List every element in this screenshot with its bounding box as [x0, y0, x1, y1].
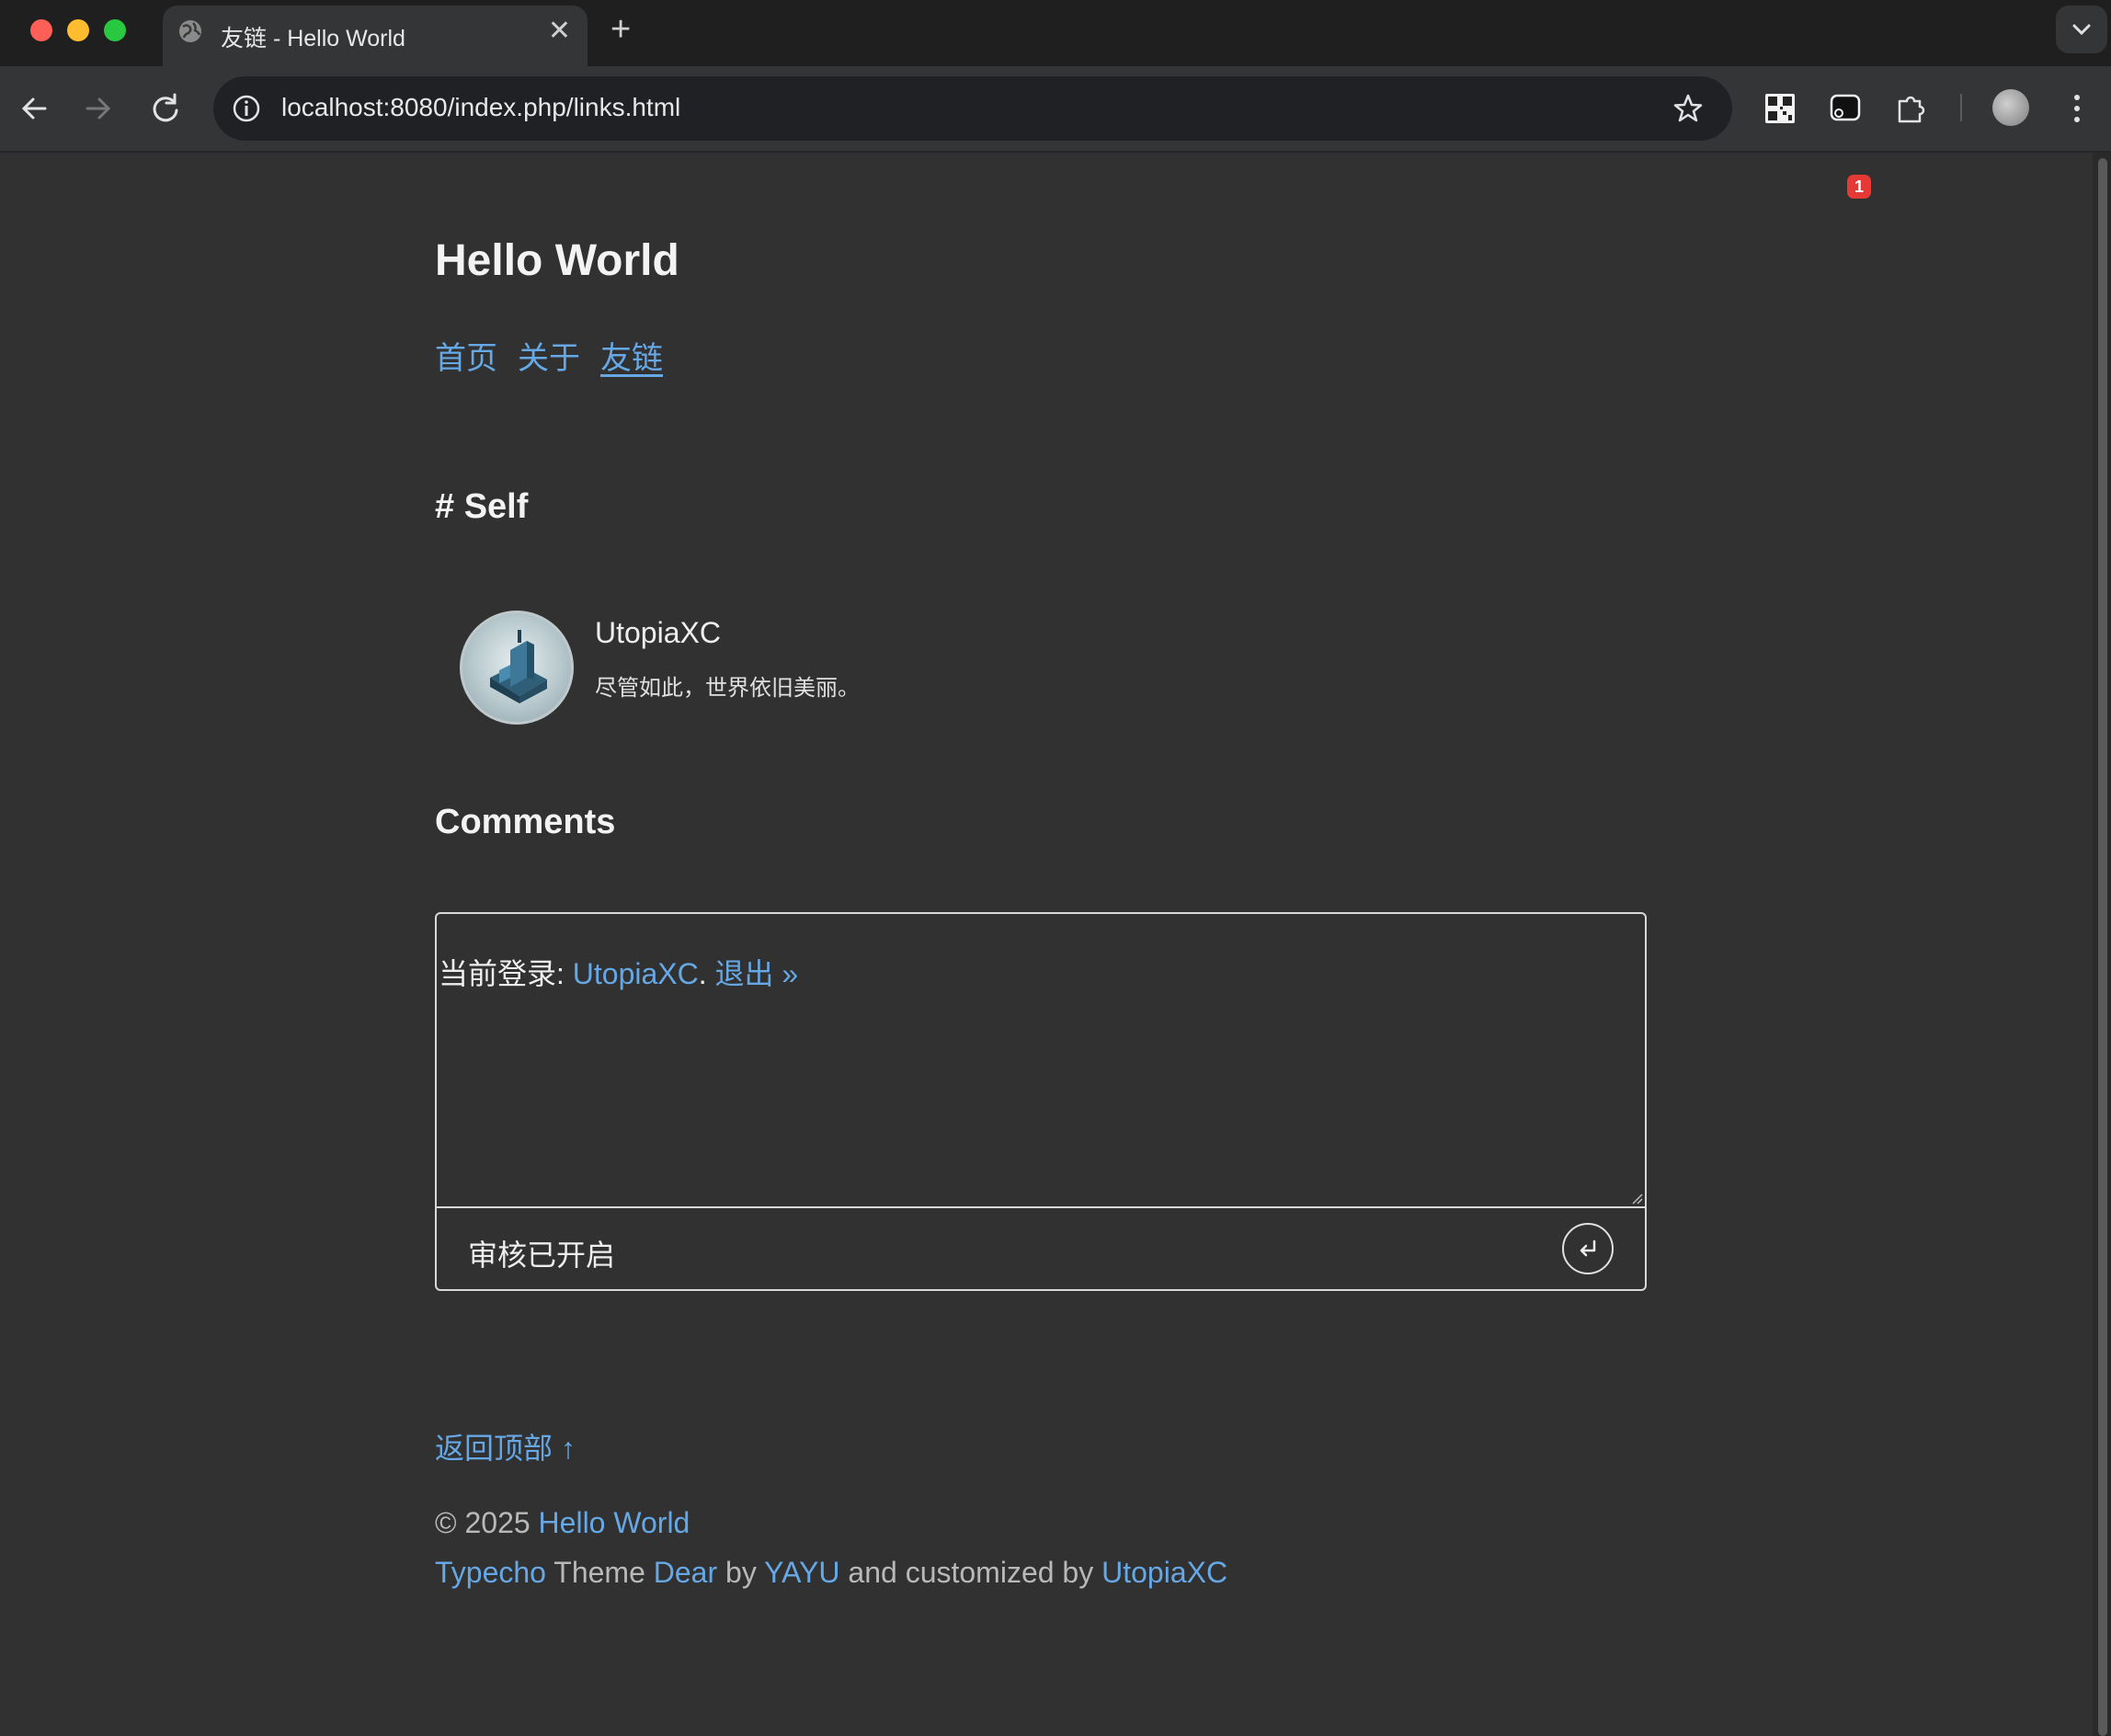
comment-form: 当前登录: UtopiaXC. 退出 » 审核已开启	[435, 912, 1647, 1291]
browser-toolbar: localhost:8080/index.php/links.html 1	[0, 66, 2111, 199]
puzzle-extension-icon[interactable]	[1892, 88, 1933, 129]
author-yayu-link[interactable]: YAYU	[764, 1556, 839, 1589]
avatar-icon[interactable]	[1992, 89, 2029, 126]
customizer-link[interactable]: UtopiaXC	[1101, 1556, 1227, 1589]
footer-site-link[interactable]: Hello World	[539, 1506, 690, 1539]
reload-icon[interactable]	[143, 86, 188, 131]
info-icon[interactable]	[230, 92, 263, 125]
friend-avatar[interactable]	[460, 611, 574, 725]
nav-item-home[interactable]: 首页	[435, 341, 497, 376]
friend-description: 尽管如此，世界依旧美丽。	[595, 676, 860, 701]
submit-comment-button[interactable]	[1562, 1223, 1614, 1274]
active-tab[interactable]: 友链 - Hello World ✕	[163, 6, 588, 66]
site-title[interactable]: Hello World	[435, 235, 679, 286]
monument-avatar-image	[490, 630, 547, 703]
plus-icon[interactable]: +	[610, 7, 631, 51]
links-section-heading: # Self	[435, 487, 529, 526]
address-bar[interactable]: localhost:8080/index.php/links.html	[213, 76, 1732, 141]
window-zoom-button[interactable]	[104, 19, 126, 41]
copyright-line: © 2025 Hello World	[435, 1506, 690, 1540]
credit-customized-text: and customized by	[839, 1556, 1102, 1589]
toolbar-divider	[1960, 94, 1962, 121]
tab-strip: 友链 - Hello World ✕ +	[0, 0, 2111, 66]
scrollbar-thumb[interactable]	[2098, 158, 2107, 1736]
window-close-button[interactable]	[30, 19, 52, 41]
comment-textarea[interactable]: 当前登录: UtopiaXC. 退出 »	[437, 914, 1645, 1208]
moderation-status: 审核已开启	[468, 1239, 616, 1272]
globe-icon	[179, 20, 201, 42]
kebab-menu-icon[interactable]	[2066, 88, 2088, 129]
logout-link[interactable]: 退出 »	[715, 957, 799, 990]
credit-by-text: by	[717, 1556, 765, 1589]
chevron-down-icon	[2072, 24, 2091, 36]
screenshot-extension-icon[interactable]	[1826, 88, 1866, 129]
back-to-top-link[interactable]: 返回顶部 ↑	[435, 1425, 576, 1468]
qr-code-icon[interactable]	[1760, 88, 1800, 129]
resize-handle-icon[interactable]	[1630, 1192, 1643, 1205]
logged-in-notice: 当前登录: UtopiaXC. 退出 »	[439, 951, 798, 993]
window-minimize-button[interactable]	[67, 19, 89, 41]
theme-dear-link[interactable]: Dear	[654, 1556, 717, 1589]
forward-arrow-icon[interactable]	[76, 86, 120, 131]
notice-separator: .	[698, 957, 707, 990]
enter-icon	[1580, 1239, 1596, 1257]
friend-name[interactable]: UtopiaXC	[595, 616, 721, 650]
logged-in-label: 当前登录:	[439, 957, 573, 990]
copyright-text: © 2025	[435, 1506, 539, 1539]
credits-line: Typecho Theme Dear by YAYU and customize…	[435, 1556, 1227, 1590]
friend-link-card[interactable]: UtopiaXC 尽管如此，世界依旧美丽。	[460, 611, 1011, 725]
star-icon[interactable]	[1672, 92, 1705, 125]
url-text[interactable]: localhost:8080/index.php/links.html	[281, 93, 680, 122]
tab-search-button[interactable]	[2056, 6, 2107, 53]
tab-title: 友链 - Hello World	[221, 26, 405, 51]
back-arrow-icon[interactable]	[12, 86, 56, 131]
comments-heading: Comments	[435, 803, 616, 841]
nav-item-about[interactable]: 关于	[518, 341, 580, 376]
nav-item-links[interactable]: 友链	[600, 341, 663, 376]
typecho-link[interactable]: Typecho	[435, 1556, 546, 1589]
logged-in-user-link[interactable]: UtopiaXC	[573, 957, 699, 990]
close-icon[interactable]: ✕	[548, 15, 571, 48]
extension-badge: 1	[1847, 175, 1871, 199]
credit-theme-text: Theme	[545, 1556, 654, 1589]
main-nav: 首页 关于 友链	[435, 333, 683, 378]
